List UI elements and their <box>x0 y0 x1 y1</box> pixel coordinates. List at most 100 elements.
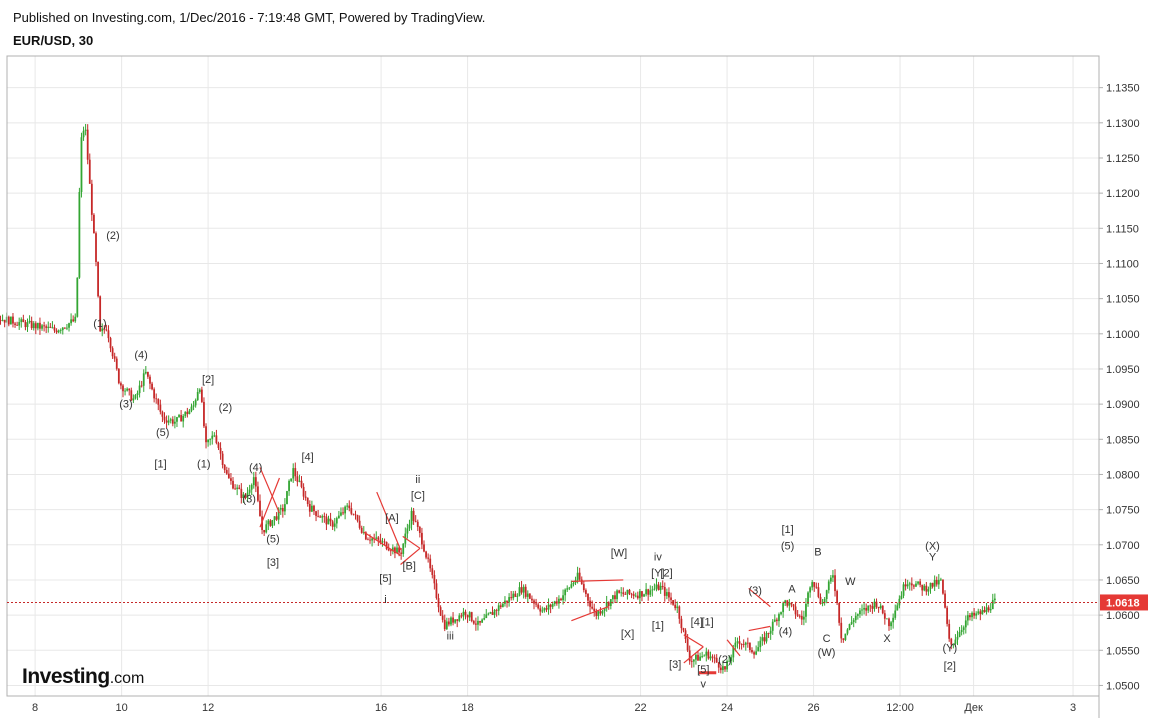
candle-body <box>906 584 909 587</box>
candle-body <box>298 480 301 482</box>
candle-body <box>591 606 594 609</box>
candle-body <box>551 604 554 607</box>
candle-body <box>659 585 662 591</box>
candle-body <box>84 129 87 131</box>
candle-body <box>763 637 766 642</box>
plot-frame <box>6 55 1100 697</box>
wave-label: [X] <box>621 629 634 641</box>
x-tick-label: 22 <box>634 702 646 714</box>
candle-body <box>877 606 880 609</box>
candle-body <box>888 618 890 627</box>
candle-body <box>138 385 141 394</box>
candle-body <box>441 615 444 620</box>
wave-lines <box>259 467 771 675</box>
candle-body <box>26 322 29 328</box>
candle-body <box>713 657 716 659</box>
logo-brand: Investing <box>22 665 110 688</box>
candle-body <box>443 619 446 630</box>
candle-body <box>273 516 276 521</box>
candle-body <box>686 638 689 651</box>
candle-body <box>991 600 994 610</box>
candle-body <box>173 421 176 424</box>
wave-label: [5] <box>379 573 391 585</box>
candle-body <box>418 527 421 533</box>
candle-body <box>665 592 668 596</box>
candle-body <box>408 524 411 529</box>
candle-body <box>271 520 274 526</box>
candle-body <box>624 594 627 595</box>
candle-body <box>238 487 241 489</box>
candle-body <box>985 607 988 613</box>
candle-body <box>389 550 392 552</box>
wave-label: (4) <box>779 626 792 638</box>
wave-label: [W] <box>611 548 628 560</box>
candle-body <box>587 593 589 601</box>
candle-body <box>485 614 488 619</box>
candle-body <box>209 438 212 440</box>
candle-body <box>340 512 342 516</box>
candle-body <box>474 623 477 625</box>
candle-body <box>871 606 874 609</box>
candle-body <box>12 316 14 324</box>
y-tick-label: 1.1300 <box>1106 118 1140 130</box>
x-tick-label: 12:00 <box>886 702 914 714</box>
candle-body <box>798 615 801 617</box>
candle-body <box>670 597 672 601</box>
candle-body <box>501 603 504 608</box>
candle-body <box>545 608 548 610</box>
x-tick-label: 12 <box>202 702 214 714</box>
candle-body <box>47 326 50 328</box>
candle-body <box>180 415 183 422</box>
candle-body <box>724 666 726 670</box>
candle-body <box>421 532 423 545</box>
candle-body <box>931 582 934 587</box>
candle-body <box>927 588 930 592</box>
candle-body <box>890 622 892 627</box>
candle-body <box>580 579 583 585</box>
candle-body <box>487 613 490 615</box>
wave-label: [C] <box>411 490 425 502</box>
wave-label: (4) <box>249 462 262 474</box>
wave-label: (4) <box>134 349 147 361</box>
candle-body <box>614 595 616 600</box>
price-chart[interactable]: (2) (1) (4) (3) (5) [1] [2] (2) (1) (4) (3) (5) [3] [… <box>0 0 1151 720</box>
candle-body <box>753 652 755 655</box>
wave-trend-line <box>748 625 771 632</box>
candle-body <box>690 661 693 663</box>
candle-body <box>3 319 6 323</box>
y-tick-label: 1.0700 <box>1106 540 1140 552</box>
candle-body <box>45 326 48 328</box>
candle-body <box>948 623 951 639</box>
candle-body <box>653 588 656 590</box>
candle-body <box>259 500 261 517</box>
candle-body <box>778 614 780 622</box>
candle-body <box>423 544 425 552</box>
candle-body <box>375 537 378 539</box>
candle-body <box>1 319 4 321</box>
candle-body <box>757 647 760 652</box>
candle-body <box>865 607 868 611</box>
wave-label: B <box>814 546 821 558</box>
candle-body <box>688 650 691 662</box>
candle-body <box>946 607 949 624</box>
y-tick-label: 1.1150 <box>1106 223 1139 235</box>
candle-body <box>200 389 203 402</box>
candle-body <box>66 327 68 329</box>
wave-label: (2) <box>106 230 119 242</box>
x-tick-label: 3 <box>1070 702 1076 714</box>
candle-body <box>149 376 151 384</box>
candle-body <box>751 649 753 653</box>
candle-body <box>120 383 122 386</box>
y-tick-label: 1.0650 <box>1106 575 1140 587</box>
candle-body <box>250 485 253 490</box>
candle-body <box>493 609 496 615</box>
candle-body <box>792 604 795 607</box>
candle-body <box>113 356 116 359</box>
candle-body <box>387 549 390 551</box>
candle-body <box>323 516 326 517</box>
candle-body <box>427 557 430 559</box>
candle-body <box>535 603 537 605</box>
candles <box>0 123 996 674</box>
candle-body <box>450 617 452 625</box>
candle-body <box>82 130 85 138</box>
